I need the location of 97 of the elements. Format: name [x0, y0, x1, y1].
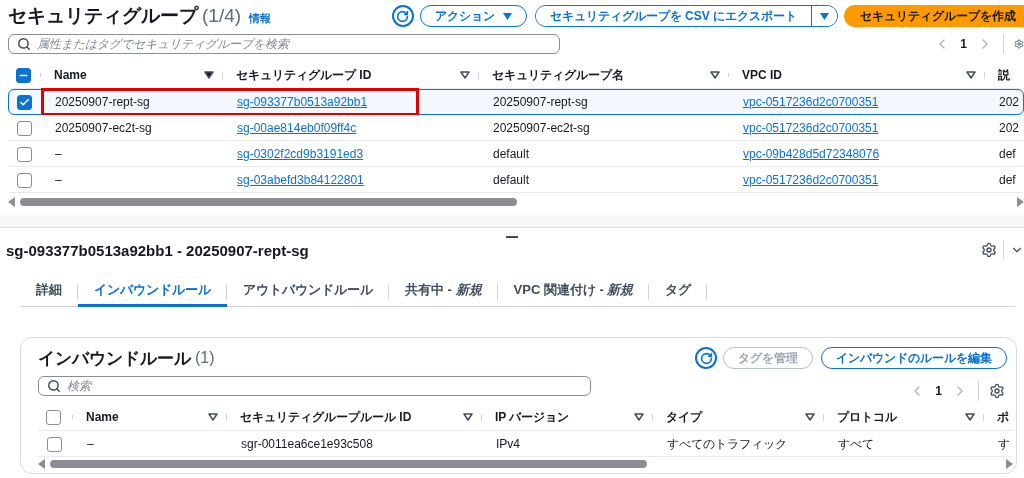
settings-icon — [1014, 36, 1024, 52]
settings-button[interactable] — [989, 383, 1005, 399]
column-header[interactable]: プロトコル — [837, 408, 965, 426]
table-cell-text: 20250907-rept-sg — [54, 95, 151, 109]
sort-icon[interactable] — [966, 71, 976, 79]
row-checkbox[interactable] — [47, 436, 62, 452]
scroll-left-icon[interactable] — [8, 197, 16, 207]
sort-icon[interactable] — [805, 413, 815, 421]
column-header[interactable]: セキュリティグループルール ID — [240, 408, 463, 426]
table-cell-text: 202 — [998, 95, 1021, 109]
column-header[interactable]: セキュリティグループ名 — [492, 66, 710, 84]
page-number[interactable]: 1 — [935, 384, 942, 398]
create-button[interactable]: セキュリティグループを作成 — [844, 5, 1024, 27]
table-cell-text: sgr-0011ea6ce1e93c508 — [240, 437, 374, 451]
table-row[interactable]: 20250907-ec2t-sg sg-00ae814eb0f09ff4c 20250907-ec2t-sg vpc-0517236d2c0700351 202 — [8, 115, 1024, 141]
column-header[interactable]: タイプ — [666, 408, 805, 426]
table-cell-text: 20250907-rept-sg — [492, 95, 589, 109]
table-link[interactable]: sg-093377b0513a92bb1 — [223, 95, 479, 109]
column-header[interactable]: セキュリティグループ ID — [236, 66, 460, 84]
scroll-left-icon[interactable] — [38, 459, 46, 469]
table-cell-text: 20250907-ec2t-sg — [54, 121, 153, 135]
search-icon — [47, 379, 61, 393]
sort-icon[interactable] — [710, 71, 720, 79]
column-header[interactable]: VPC ID — [742, 68, 966, 82]
row-checkbox[interactable] — [17, 172, 32, 188]
sort-icon[interactable] — [965, 413, 975, 421]
sort-icon[interactable] — [463, 413, 473, 421]
tab[interactable]: VPC 関連付け - 新規 — [497, 276, 650, 307]
table-link[interactable]: sg-00ae814eb0f09ff4c — [223, 121, 479, 135]
card-title: インバウンドルール — [38, 347, 191, 370]
settings-button[interactable] — [1014, 36, 1024, 52]
search-field[interactable]: 属性またはタグでセキュリティグループを検索 — [8, 34, 560, 54]
sort-icon[interactable] — [460, 71, 470, 79]
actions-button[interactable]: アクション — [419, 5, 527, 27]
select-all-checkbox[interactable] — [16, 67, 31, 83]
column-header[interactable]: ポ — [997, 408, 1009, 426]
select-all-checkbox[interactable] — [46, 409, 61, 425]
table-link[interactable]: vpc-0517236d2c0700351 — [729, 121, 985, 135]
selection-count: (1/4) — [202, 5, 242, 27]
detail-title: sg-093377b0513a92bb1 - 20250907-rept-sg — [6, 241, 309, 259]
edit-rules-button[interactable]: インバウンドのルールを編集 — [821, 347, 1007, 369]
page-title: セキュリティグループ — [8, 4, 198, 28]
tab[interactable]: アウトバウンドルール — [227, 276, 389, 307]
column-header[interactable]: IP バージョン — [495, 408, 634, 426]
export-menu-button[interactable] — [811, 6, 837, 26]
sort-filled-icon[interactable] — [204, 71, 214, 79]
settings-button[interactable] — [981, 242, 997, 258]
scrollbar-thumb[interactable] — [20, 198, 517, 206]
sort-icon[interactable] — [634, 413, 644, 421]
table-cell-text: す — [997, 435, 1010, 453]
rule-count: (1) — [195, 349, 215, 367]
tab[interactable]: 共有中 - 新規 — [389, 276, 498, 307]
check-icon — [19, 96, 30, 108]
settings-icon — [989, 383, 1005, 399]
table-cell-text: – — [54, 147, 63, 161]
table-cell-text: def — [998, 147, 1017, 161]
row-checkbox[interactable] — [17, 94, 32, 110]
page-number[interactable]: 1 — [960, 37, 967, 51]
table-cell-text: 202 — [998, 121, 1021, 135]
column-header[interactable]: 説 — [998, 66, 1016, 84]
tab[interactable]: インバウンドルール — [78, 276, 227, 307]
scroll-right-icon[interactable] — [1005, 459, 1013, 469]
settings-icon — [981, 242, 997, 258]
column-header[interactable]: Name — [86, 410, 208, 424]
table-cell-text: – — [86, 437, 95, 451]
tab[interactable]: タグ — [649, 276, 708, 307]
table-cell-text: IPv4 — [495, 437, 521, 451]
search-field[interactable]: 検索 — [38, 376, 591, 396]
refresh-button[interactable] — [695, 347, 717, 369]
row-checkbox[interactable] — [17, 146, 32, 162]
table-link[interactable]: vpc-0517236d2c0700351 — [729, 95, 985, 109]
resize-handle-icon[interactable] — [506, 236, 518, 238]
table-cell-text: すべてのトラフィック — [666, 435, 788, 453]
search-icon — [17, 37, 31, 51]
caret-icon — [502, 12, 512, 20]
table-cell-text: – — [54, 173, 63, 187]
scroll-right-icon[interactable] — [1016, 197, 1024, 207]
table-link[interactable]: sg-0302f2cd9b3191ed3 — [223, 147, 479, 161]
table-cell-text: default — [492, 147, 531, 161]
table-cell-text: すべて — [837, 435, 875, 453]
info-link[interactable]: 情報 — [249, 10, 272, 26]
refresh-icon — [396, 9, 410, 23]
refresh-button[interactable] — [391, 5, 414, 27]
sort-icon[interactable] — [208, 413, 218, 421]
scrollbar-thumb[interactable] — [50, 460, 647, 468]
tab[interactable]: 詳細 — [20, 276, 78, 307]
refresh-icon — [699, 351, 713, 365]
table-cell-text: 20250907-ec2t-sg — [492, 121, 591, 135]
caret-icon — [820, 12, 829, 20]
table-cell-text: default — [492, 173, 531, 187]
table-link[interactable]: vpc-0517236d2c0700351 — [729, 173, 985, 187]
table-link[interactable]: vpc-09b428d5d72348076 — [729, 147, 985, 161]
table-cell-text: def — [998, 173, 1017, 187]
table-row[interactable]: 20250907-rept-sg sg-093377b0513a92bb1 20250907-rept-sg vpc-0517236d2c0700351 202 — [8, 89, 1024, 115]
row-checkbox[interactable] — [17, 120, 32, 136]
column-header[interactable]: Name — [54, 68, 204, 82]
table-link[interactable]: sg-03abefd3b84122801 — [223, 173, 479, 187]
